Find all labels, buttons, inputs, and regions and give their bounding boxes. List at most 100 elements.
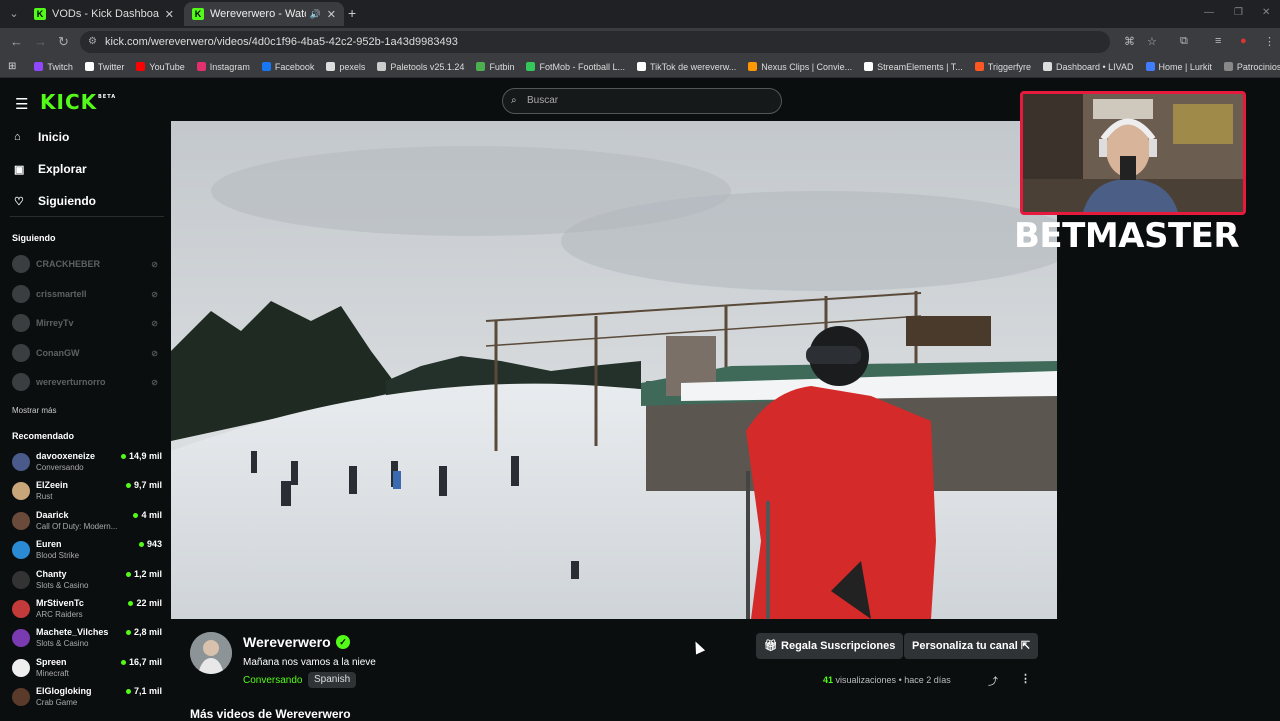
recommended-item[interactable]: ElZeein Rust 9,7 mil — [12, 480, 162, 504]
recommended-name: Machete_Vilches — [36, 627, 109, 637]
url-field[interactable]: ⚙ kick.com/wereverwero/videos/4d0c1f96-4… — [80, 31, 1110, 53]
viewer-count: 1,2 mil — [125, 569, 162, 579]
bookmark-facebook[interactable]: Facebook — [261, 62, 314, 72]
browser-tab-wereverwero[interactable]: K Wereverwero - Watch the V 🔊 ✕ — [184, 2, 344, 26]
sidebar-item-inicio[interactable]: ⌂ Inicio — [14, 130, 69, 144]
following-item[interactable]: MirreyTv ⊘ — [12, 314, 162, 332]
bookmark-paletools[interactable]: Paletools v25.1.24 — [377, 62, 464, 72]
globe-icon — [377, 62, 387, 71]
instagram-icon — [196, 62, 206, 71]
recommended-item[interactable]: MrStivenTc ARC Raiders 22 mil — [12, 598, 162, 622]
following-item[interactable]: wereverturnorro ⊘ — [12, 373, 162, 391]
recommended-item[interactable]: Daarick Call Of Duty: Modern... 4 mil — [12, 510, 162, 534]
recommended-category: Call Of Duty: Modern... — [36, 522, 118, 531]
close-tab-icon[interactable]: ✕ — [327, 8, 336, 21]
avatar — [12, 659, 30, 677]
kick-favicon-icon: K — [34, 8, 46, 20]
video-stats: 41 visualizaciones • hace 2 días — [823, 675, 951, 685]
close-tab-icon[interactable]: ✕ — [165, 8, 174, 21]
bookmark-pexels[interactable]: pexels — [326, 62, 365, 72]
recommended-category: Rust — [36, 492, 53, 501]
following-item[interactable]: ConanGW ⊘ — [12, 344, 162, 362]
bookmark-triggerfyre[interactable]: Triggerfyre — [974, 62, 1031, 72]
recommended-category: Blood Strike — [36, 551, 80, 560]
back-icon[interactable]: ← — [10, 34, 23, 49]
bookmark-nexus-clips[interactable]: Nexus Clips | Convie... — [748, 62, 852, 72]
kick-page: ☰ KICK BETA ⌕ Buscar ⌂ Inicio ▣ Explorar ♡ S… — [0, 78, 1280, 721]
reload-icon[interactable]: ↻ — [58, 34, 69, 50]
tiktok-icon — [637, 62, 646, 71]
recommended-item[interactable]: Spreen Minecraft 16,7 mil — [12, 657, 162, 681]
video-player[interactable] — [171, 121, 1057, 619]
minimize-icon[interactable]: — — [1204, 7, 1214, 18]
profile-avatar-icon[interactable]: ● — [1240, 35, 1247, 47]
maximize-icon[interactable]: ❐ — [1234, 7, 1243, 18]
share-icon[interactable]: ⤴ — [988, 673, 998, 688]
kick-favicon-icon: K — [192, 8, 204, 20]
site-info-icon[interactable]: ⚙ — [88, 31, 97, 53]
bookmark-instagram[interactable]: Instagram — [196, 62, 250, 72]
search-input[interactable]: ⌕ Buscar — [502, 88, 782, 114]
page-icon — [1223, 62, 1233, 71]
following-item[interactable]: CRACKHEBER ⊘ — [12, 255, 162, 273]
more-options-icon[interactable]: ⋮ — [1020, 672, 1031, 685]
search-icon: ⌕ — [511, 95, 517, 106]
tab-search-chevron-icon[interactable]: ⌄ — [6, 6, 22, 22]
bookmark-streamelements[interactable]: StreamElements | T... — [864, 62, 963, 72]
audio-playing-icon[interactable]: 🔊 — [310, 9, 321, 20]
viewer-count: 9,7 mil — [125, 480, 162, 490]
recommended-item[interactable]: ElGlogloking Crab Game 7,1 mil — [12, 686, 162, 710]
close-window-icon[interactable]: ✕ — [1262, 7, 1270, 18]
x-icon — [84, 62, 94, 71]
new-tab-icon[interactable]: + — [348, 5, 356, 21]
sidebar-item-siguiendo[interactable]: ♡ Siguiendo — [14, 194, 96, 208]
following-item[interactable]: crissmartell ⊘ — [12, 285, 162, 303]
recommended-item[interactable]: Euren Blood Strike 943 — [12, 539, 162, 563]
bookmark-twitter[interactable]: Twitter — [84, 62, 124, 72]
bookmark-livad[interactable]: Dashboard • LIVAD — [1042, 62, 1134, 72]
avatar — [12, 373, 30, 391]
offline-icon: ⊘ — [151, 289, 158, 299]
bookmark-tiktok[interactable]: TikTok de wereverw... — [637, 62, 736, 72]
hamburger-menu-icon[interactable]: ☰ — [15, 95, 28, 113]
live-dot-icon — [125, 483, 131, 489]
nexus-icon — [748, 62, 758, 71]
recommended-section-title: Recomendado — [12, 431, 75, 441]
category-link[interactable]: Conversando — [243, 675, 302, 686]
beta-badge: BETA — [98, 94, 117, 100]
bookmark-futbin[interactable]: Futbin — [476, 62, 514, 72]
language-tag[interactable]: Spanish — [308, 672, 357, 688]
bookmarks-bar: ⊞ Twitch Twitter YouTube Instagram Faceb… — [0, 56, 1280, 78]
gift-subscriptions-button[interactable]: 🎁︎ Regala Suscripciones — [756, 633, 904, 659]
channel-name[interactable]: Wereverwero — [243, 634, 331, 650]
media-control-icon[interactable]: ≡ — [1215, 35, 1221, 47]
apps-grid-icon[interactable]: ⊞ — [8, 61, 16, 72]
recommended-item[interactable]: davooxeneize Conversando 14,9 mil — [12, 451, 162, 475]
views-count: 41 — [823, 675, 834, 685]
gift-icon: 🎁︎ — [764, 640, 778, 652]
customize-channel-button[interactable]: Personaliza tu canal ⇱ — [904, 633, 1039, 659]
forward-icon[interactable]: → — [34, 34, 47, 49]
browser-tab-kick-dashboard[interactable]: K VODs - Kick Dashboard ✕ — [26, 2, 182, 26]
recommended-item[interactable]: Machete_Vilches Slots & Casino 2,8 mil — [12, 627, 162, 651]
translate-icon[interactable]: ⌘ — [1124, 35, 1135, 48]
bookmark-twitch[interactable]: Twitch — [34, 62, 73, 72]
extensions-icon[interactable]: ⧉ — [1180, 35, 1188, 48]
sidebar-item-explorar[interactable]: ▣ Explorar — [14, 162, 87, 176]
bookmark-youtube[interactable]: YouTube — [136, 62, 185, 72]
livad-icon — [1042, 62, 1052, 71]
external-link-icon: ⇱ — [1020, 640, 1031, 652]
bookmark-fotmob[interactable]: FotMob - Football L... — [526, 62, 625, 72]
bookmark-lurkit[interactable]: Home | Lurkit — [1145, 62, 1212, 72]
bookmark-patrocinios[interactable]: Patrocinios disponib... — [1223, 62, 1280, 72]
heart-icon: ♡ — [14, 195, 24, 208]
url-text: kick.com/wereverwero/videos/4d0c1f96-4ba… — [105, 36, 458, 48]
channel-avatar[interactable] — [190, 632, 232, 674]
bookmark-star-icon[interactable]: ☆ — [1147, 35, 1157, 48]
show-more-link[interactable]: Mostrar más — [12, 406, 56, 415]
video-title: Mañana nos vamos a la nieve — [243, 657, 376, 668]
streamer-webcam-image — [1023, 94, 1243, 212]
browser-menu-icon[interactable]: ⋮ — [1264, 35, 1275, 48]
recommended-item[interactable]: Chanty Slots & Casino 1,2 mil — [12, 569, 162, 593]
kick-logo[interactable]: KICK BETA — [40, 90, 115, 114]
